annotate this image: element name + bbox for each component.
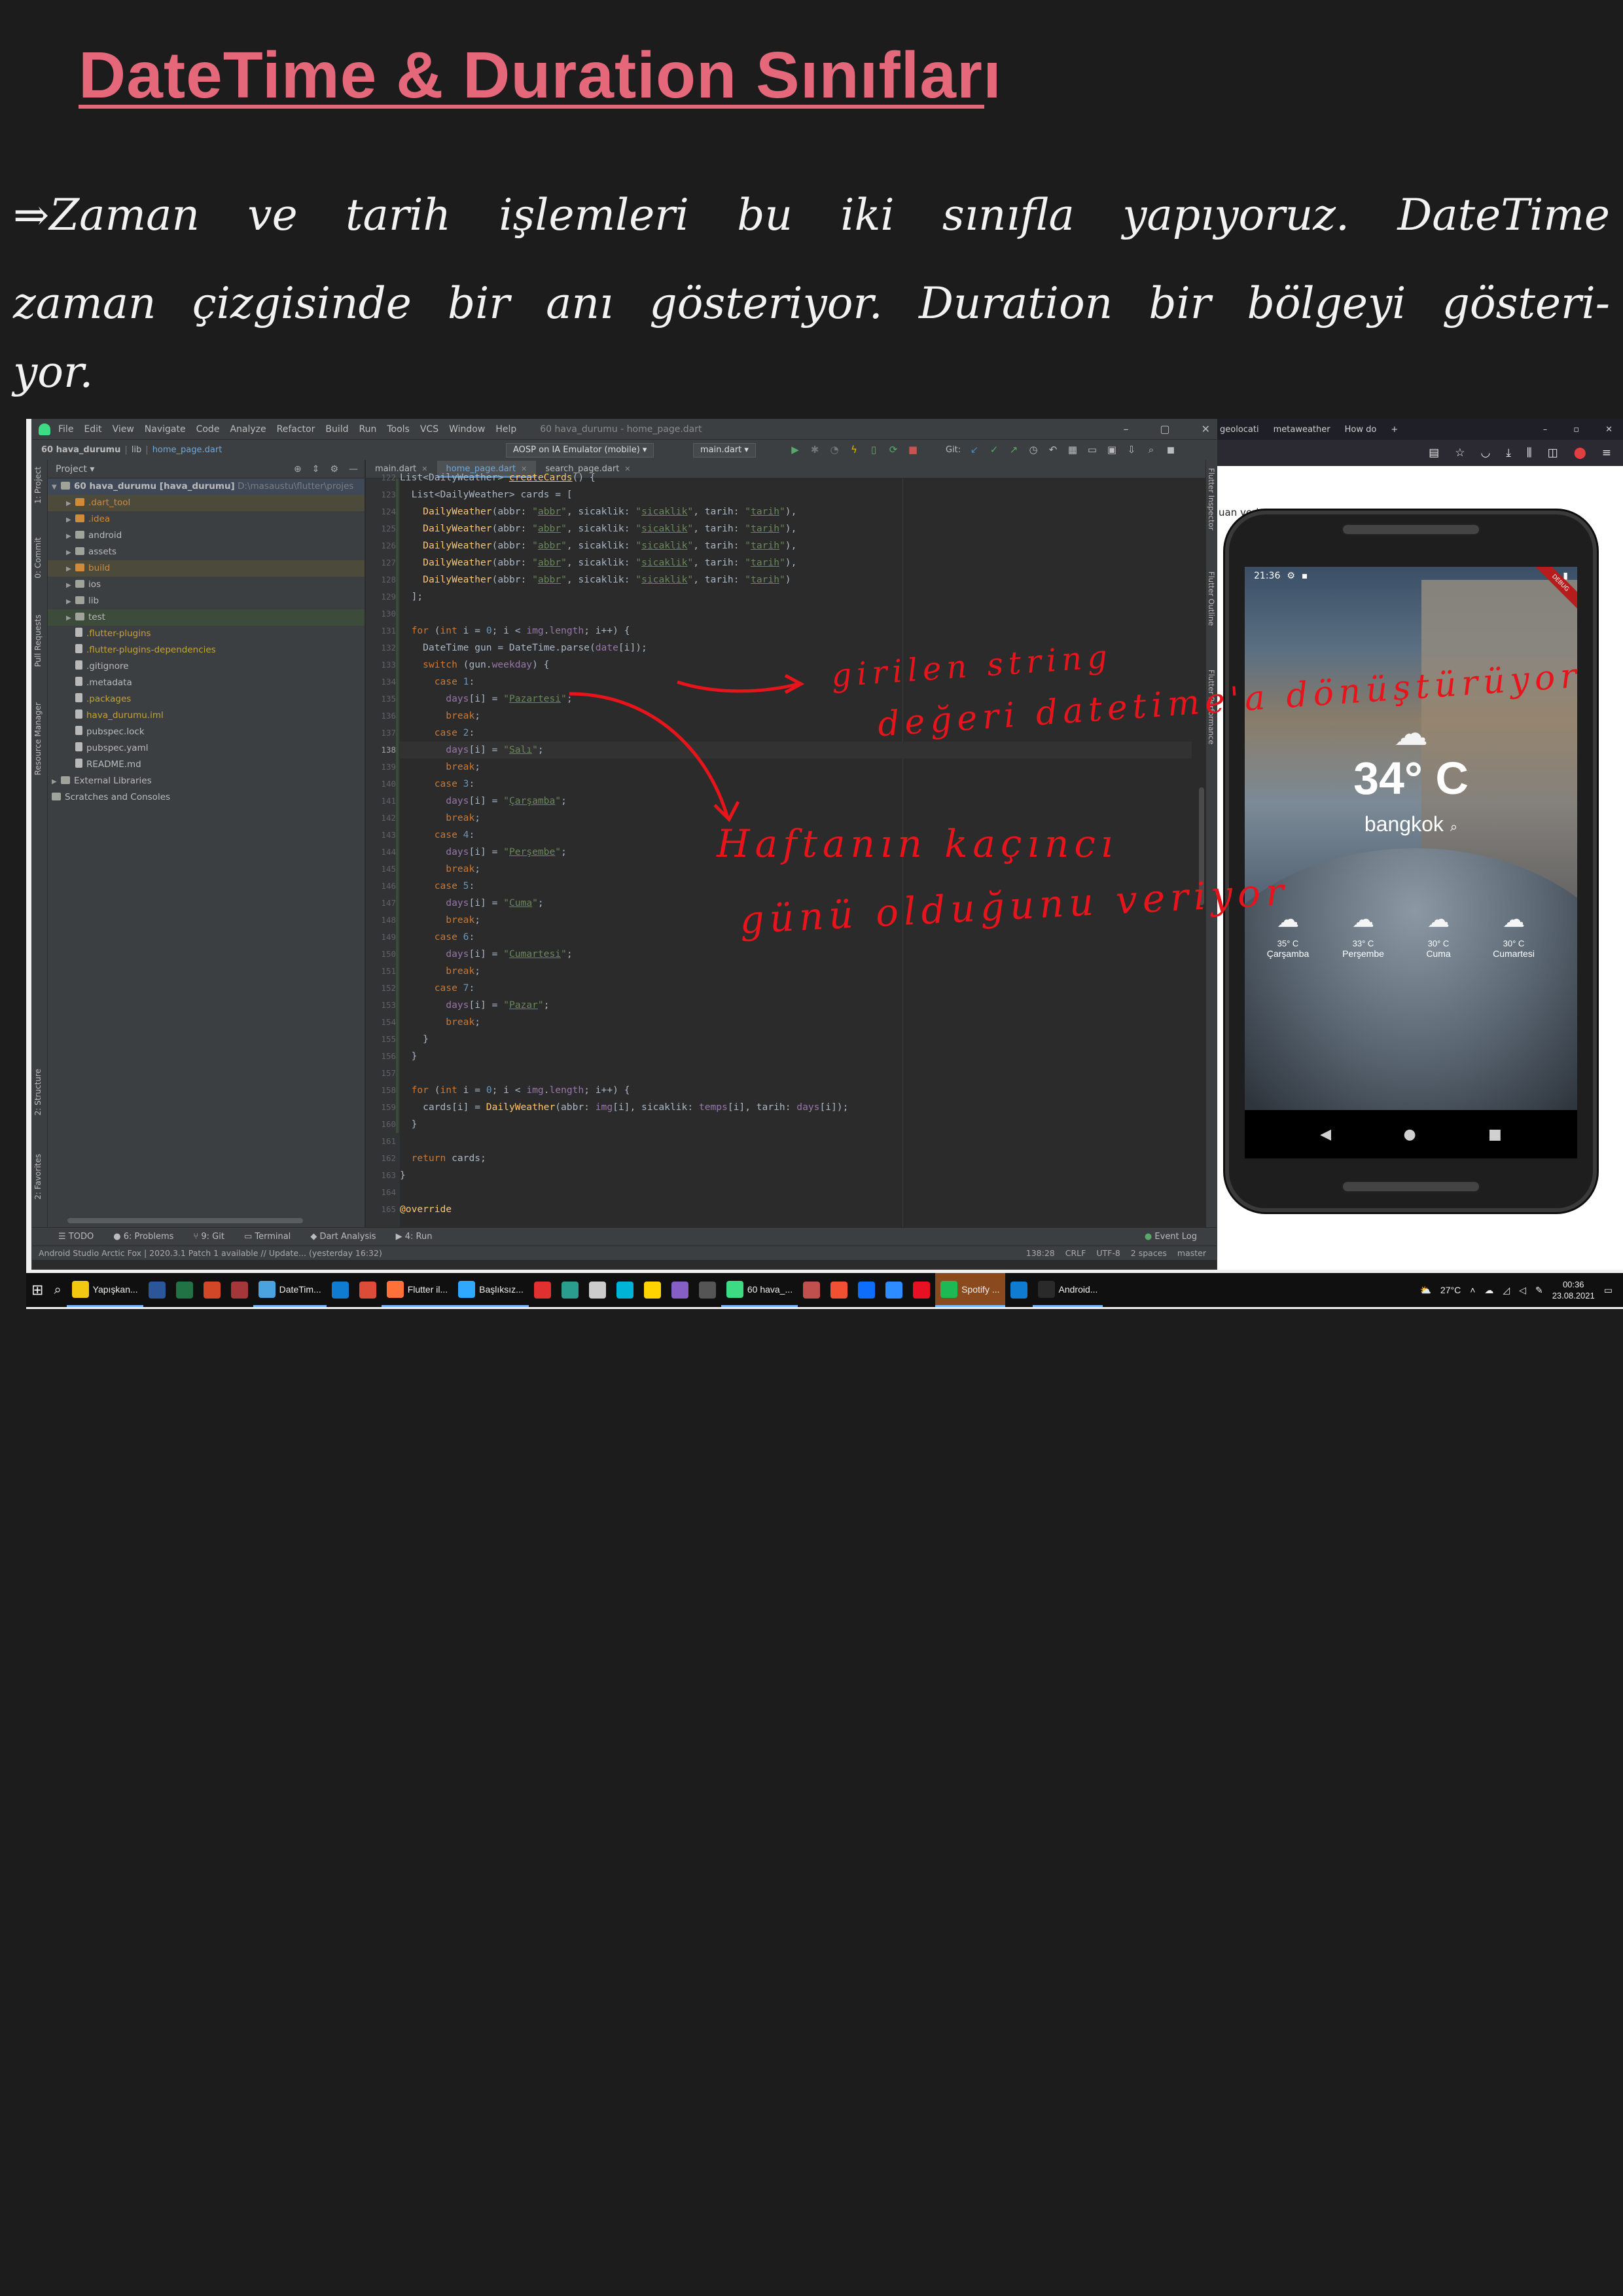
arrow-1-line <box>677 680 799 693</box>
app-icon <box>830 1282 848 1299</box>
annotation-2-line-1: Haftanın kaçıncı <box>717 821 1118 866</box>
taskbar-app[interactable] <box>529 1273 556 1307</box>
app-icon <box>148 1282 166 1299</box>
app-icon <box>1037 1280 1055 1298</box>
weather-icon[interactable]: ⛅ <box>1419 1285 1431 1296</box>
taskbar-app-label: Spotify ... <box>961 1283 1000 1295</box>
taskbar-app[interactable] <box>143 1273 171 1307</box>
taskbar-app[interactable]: Yapışkan... <box>66 1273 143 1307</box>
taskbar-app[interactable] <box>908 1273 935 1307</box>
note-line-1: ⇒Zaman ve tarih işlemleri bu iki sınıfla… <box>13 190 1610 240</box>
app-icon <box>203 1282 221 1299</box>
app-icon <box>913 1282 931 1299</box>
network-icon[interactable]: ◿ <box>1503 1285 1510 1296</box>
taskbar-app[interactable] <box>171 1273 198 1307</box>
taskbar-app[interactable] <box>666 1273 694 1307</box>
taskbar-app[interactable] <box>853 1273 880 1307</box>
taskbar-app[interactable] <box>556 1273 584 1307</box>
start-button[interactable]: ⊞ <box>26 1273 48 1307</box>
app-icon <box>803 1282 821 1299</box>
app-icon <box>616 1282 633 1299</box>
app-icon <box>561 1282 579 1299</box>
note-line-2: zaman çizgisinde bir anı gösteriyor. Dur… <box>13 278 1610 329</box>
arrow-2-line <box>569 692 730 819</box>
note-line-3: yor. <box>13 347 94 397</box>
taskbar-app[interactable] <box>198 1273 226 1307</box>
taskbar-app-label: Android... <box>1058 1283 1098 1295</box>
note-title: DateTime & Duration Sınıfları <box>79 39 1002 112</box>
notification-icon[interactable]: ▭ <box>1604 1285 1613 1296</box>
title-underline <box>79 105 984 109</box>
taskbar-app[interactable] <box>611 1273 639 1307</box>
search-icon: ⌕ <box>54 1282 62 1297</box>
taskbar-app[interactable]: DateTim... <box>253 1273 327 1307</box>
taskbar-app[interactable] <box>226 1273 253 1307</box>
app-icon <box>588 1282 606 1299</box>
taskbar-app[interactable] <box>825 1273 853 1307</box>
clock-date: 23.08.2021 <box>1552 1291 1595 1300</box>
app-icon <box>533 1282 551 1299</box>
app-icon <box>940 1280 958 1298</box>
taskbar-app-label: 60 hava_... <box>747 1283 793 1295</box>
windows-taskbar: ⊞ ⌕ Yapışkan... DateTim... Flutter il... Ba… <box>26 1273 1623 1307</box>
taskbar-app-label: Başlıksız... <box>479 1283 524 1295</box>
app-icon <box>885 1282 903 1299</box>
taskbar-app[interactable]: Android... <box>1032 1273 1103 1307</box>
taskbar-app[interactable] <box>639 1273 666 1307</box>
app-icon <box>643 1282 661 1299</box>
app-icon <box>698 1282 716 1299</box>
app-icon <box>671 1282 688 1299</box>
taskbar-app-label: Flutter il... <box>407 1283 448 1295</box>
taskbar-app-label: Yapışkan... <box>92 1283 138 1295</box>
app-icon <box>258 1280 276 1298</box>
app-icon <box>726 1280 743 1298</box>
app-icon <box>230 1282 248 1299</box>
pen-icon[interactable]: ✎ <box>1535 1285 1543 1296</box>
app-icon <box>858 1282 876 1299</box>
taskbar-app-label: DateTim... <box>279 1283 321 1295</box>
search-button[interactable]: ⌕ <box>48 1273 66 1307</box>
app-icon <box>359 1282 376 1299</box>
embedded-screenshot: geolocati metaweather How do + – ▫ ✕ ▤ ☆… <box>26 419 1623 1309</box>
windows-logo-icon: ⊞ <box>31 1282 44 1298</box>
taskbar-app[interactable] <box>354 1273 382 1307</box>
clock[interactable]: 00:36 23.08.2021 <box>1552 1279 1595 1301</box>
app-icon <box>386 1280 404 1298</box>
taskbar-apps: Yapışkan... DateTim... Flutter il... Başlık… <box>66 1273 1103 1307</box>
clock-time: 00:36 <box>1562 1280 1584 1289</box>
taskbar-app[interactable] <box>880 1273 908 1307</box>
cloud-icon[interactable]: ☁ <box>1484 1285 1493 1296</box>
taskbar-app[interactable] <box>798 1273 825 1307</box>
app-icon <box>175 1282 193 1299</box>
chevron-up-icon[interactable]: ˄ <box>1470 1285 1475 1295</box>
volume-icon[interactable]: ◁ <box>1519 1285 1526 1296</box>
weather-temp[interactable]: 27°C <box>1440 1285 1461 1295</box>
app-icon <box>331 1282 349 1299</box>
system-tray: ⛅ 27°C ˄ ☁ ◿ ◁ ✎ 00:36 23.08.2021 ▭ <box>1419 1279 1623 1301</box>
app-icon <box>1010 1282 1027 1299</box>
app-icon <box>458 1280 476 1298</box>
taskbar-app[interactable]: Başlıksız... <box>453 1273 529 1307</box>
taskbar-app[interactable] <box>694 1273 721 1307</box>
taskbar-app[interactable]: Flutter il... <box>381 1273 454 1307</box>
taskbar-app[interactable]: Spotify ... <box>935 1273 1005 1307</box>
app-icon <box>71 1280 89 1298</box>
taskbar-app[interactable] <box>584 1273 611 1307</box>
taskbar-app[interactable] <box>1005 1273 1033 1307</box>
taskbar-app[interactable] <box>327 1273 354 1307</box>
taskbar-app[interactable]: 60 hava_... <box>721 1273 798 1307</box>
